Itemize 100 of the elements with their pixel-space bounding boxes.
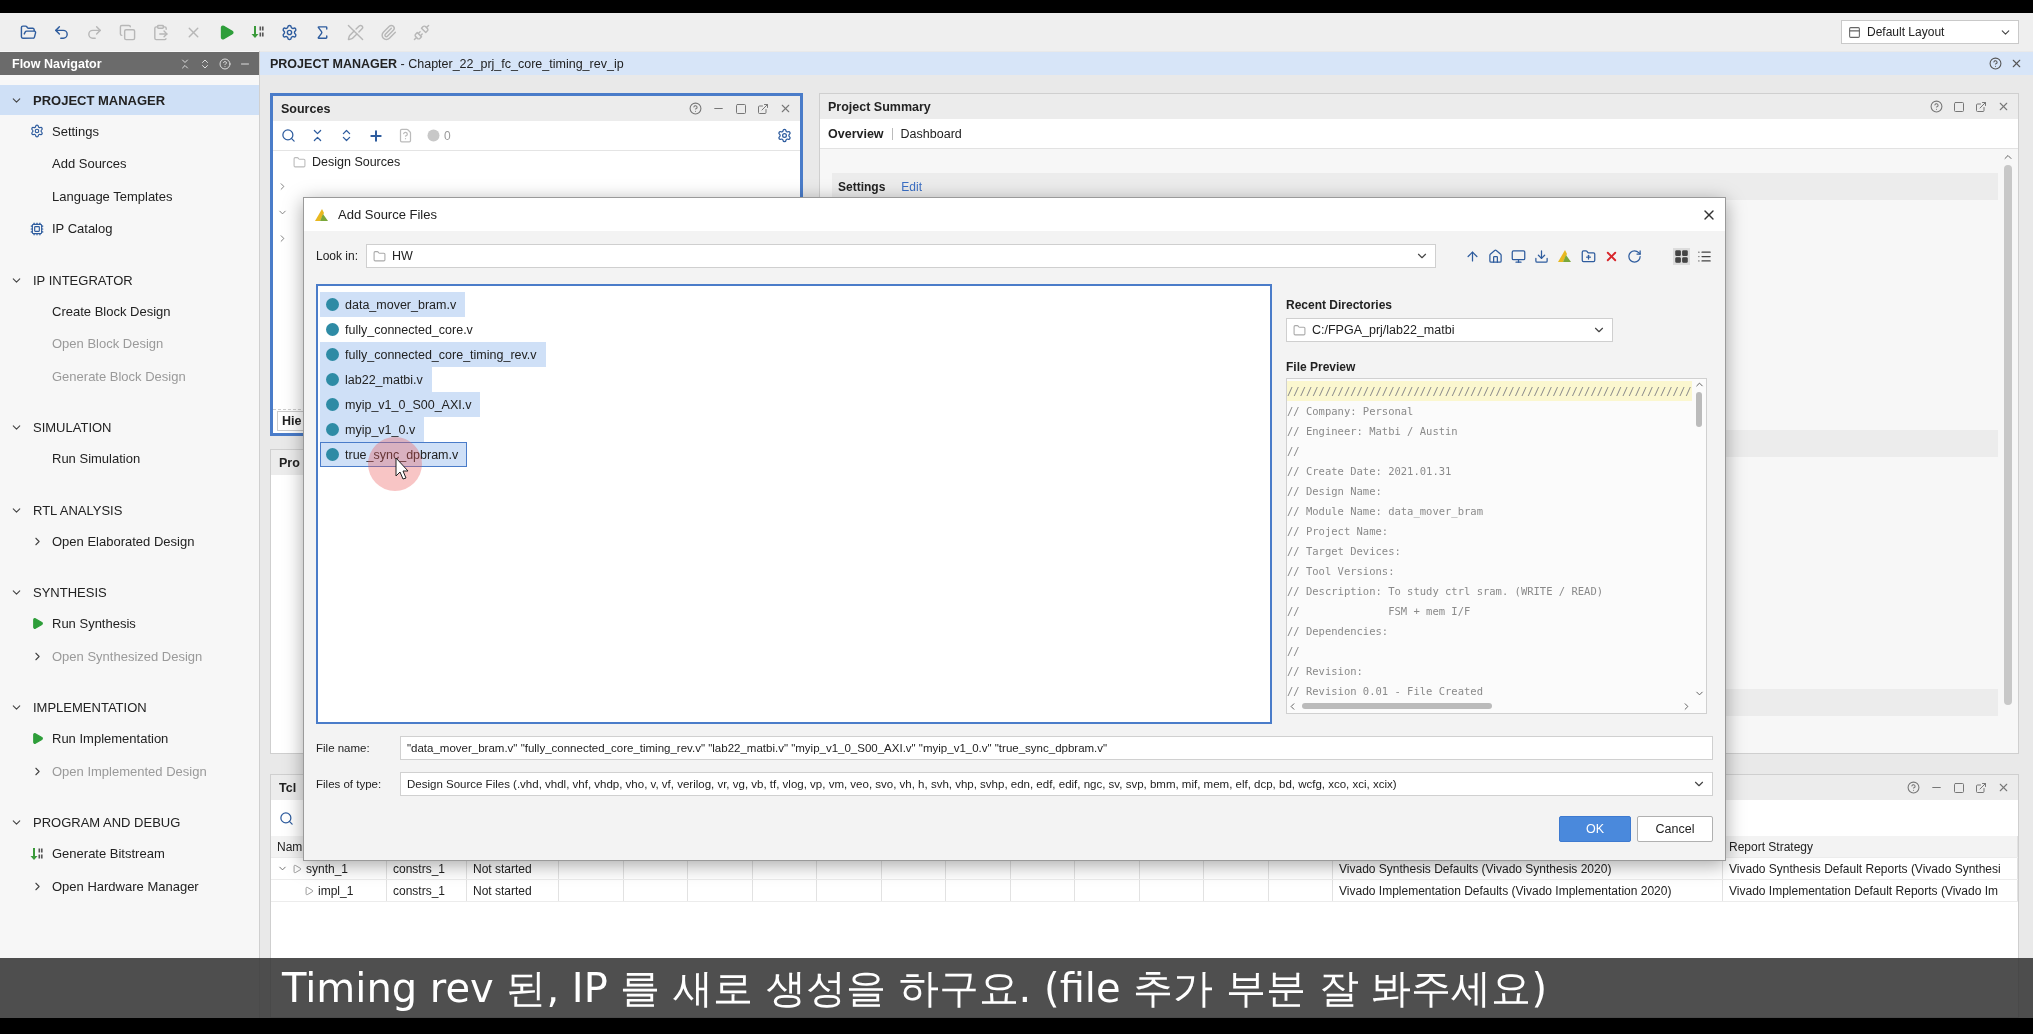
code-line: // Target Devices: <box>1287 544 1402 559</box>
file-item[interactable]: true_sync_dpbram.v <box>320 442 468 467</box>
tab[interactable]: Dashboard <box>900 126 962 141</box>
maximize-icon <box>1953 100 1965 113</box>
nav-item[interactable]: Run Synthesis <box>52 616 136 632</box>
help-icon <box>689 102 702 115</box>
edit-link[interactable]: Edit <box>901 179 923 194</box>
file-type-dropdown[interactable]: Design Source Files (.vhd, vhdl, vhf, vhdp, vho, v, vf, verilog, vr, vg, vb, tf, vlog, vp, vm, veo, svo, vh, h, svh, vhp, svhp, edn, edf, edif, ngc, sv, svp, bmm, mif, mem, elf, dcp, bd, wcfg, xco, xci, xcix) <box>400 772 1713 796</box>
code-line: // Project Name: <box>1287 524 1390 539</box>
nav-item[interactable]: Generate Bitstream <box>52 846 165 862</box>
field-label: File name: <box>316 742 371 754</box>
undo-icon <box>53 23 70 41</box>
scrollbar-thumb[interactable] <box>1696 392 1702 427</box>
nav-item[interactable]: Open Hardware Manager <box>52 878 199 894</box>
refresh-icon <box>1627 248 1642 264</box>
file-item[interactable]: myip_v1_0.v <box>320 417 425 442</box>
toolbar-button[interactable] <box>1510 247 1527 265</box>
help-icon <box>219 57 231 70</box>
nav-section-header[interactable]: SIMULATION <box>0 412 259 443</box>
file-item[interactable]: data_mover_bram.v <box>320 292 466 317</box>
settings-icon <box>281 23 298 41</box>
file-icon <box>398 128 413 143</box>
toolbar-button[interactable] <box>1626 247 1643 265</box>
scrollbar-thumb[interactable] <box>2004 165 2012 705</box>
file-item[interactable]: lab22_matbi.v <box>320 367 432 392</box>
nav-section-header[interactable]: IMPLEMENTATION <box>0 692 259 723</box>
table-cell: constrs_1 <box>393 883 446 898</box>
nav-item[interactable]: Add Sources <box>52 156 127 172</box>
file-item[interactable]: fully_connected_core_timing_rev.v <box>320 342 546 367</box>
logo-icon <box>314 207 330 222</box>
search-icon <box>279 810 294 826</box>
toolbar-button[interactable] <box>1580 247 1597 265</box>
cancel-button[interactable]: Cancel <box>1637 816 1713 842</box>
code-line: // Create Date: 2021.01.31 <box>1287 464 1453 479</box>
file-item[interactable]: fully_connected_core.v <box>320 317 482 342</box>
run-name[interactable]: impl_1 <box>318 883 354 898</box>
table-cell: Vivado Synthesis Default Reports (Vivado Synthesi <box>1729 861 2001 876</box>
page-title: PROJECT MANAGER - Chapter_22_prj_fc_core_timing_rev_ip <box>270 56 625 71</box>
file-item[interactable]: myip_v1_0_S00_AXI.v <box>320 392 481 417</box>
ok-button[interactable]: OK <box>1559 816 1631 842</box>
play-icon <box>30 617 44 631</box>
folder-icon <box>293 155 306 169</box>
code-line: // Module Name: data_mover_bram <box>1287 504 1484 520</box>
help-icon <box>1989 57 2002 70</box>
play-icon <box>30 732 44 746</box>
nav-item[interactable]: Settings <box>52 123 99 139</box>
code-line: // Description: To study ctrl sram. (WRITE / READ) <box>1287 584 1605 599</box>
nav-section-header[interactable]: PROGRAM AND DEBUG <box>0 807 259 838</box>
file-icon <box>326 348 339 361</box>
column-header[interactable]: Nam <box>277 839 303 854</box>
bitstream-icon <box>251 25 265 39</box>
nav-section-header[interactable]: SYNTHESIS <box>0 577 259 608</box>
column-header[interactable]: Report Strategy <box>1729 839 1814 854</box>
table-cell: Not started <box>473 883 532 898</box>
file-icon <box>326 423 339 436</box>
nav-section-header[interactable]: IP INTEGRATOR <box>0 265 259 295</box>
section-label: Settings <box>838 179 886 194</box>
layout-dropdown[interactable]: Default Layout <box>1841 20 2019 44</box>
code-line: // Revision: <box>1287 664 1364 679</box>
close-icon <box>779 102 792 115</box>
panel-title: Tcl <box>279 780 297 795</box>
monitor-icon <box>1511 248 1526 264</box>
home-icon <box>1488 248 1503 264</box>
code-line: // Dependencies: <box>1287 624 1390 639</box>
nav-item[interactable]: IP Catalog <box>52 221 113 237</box>
float-icon <box>1975 100 1987 113</box>
panel-title: Project Summary <box>828 99 931 114</box>
nav-item[interactable]: Run Implementation <box>52 731 169 747</box>
redo-icon <box>86 23 103 41</box>
float-icon <box>757 102 769 115</box>
toolbar-button[interactable] <box>1487 247 1504 265</box>
code-line: // Engineer: Matbi / Austin <box>1287 424 1459 439</box>
nav-item[interactable]: Create Block Design <box>52 303 171 319</box>
code-line: // FSM + mem I/F <box>1287 604 1472 619</box>
bitstream-icon <box>30 846 44 861</box>
look-in-label: Look in: <box>316 249 359 263</box>
tab[interactable]: Overview <box>828 126 884 141</box>
code-line: // <box>1287 644 1301 659</box>
subtitle: Timing rev 된, IP 를 새로 생성을 하구요. (file 추가 부분 잘 봐주세요) <box>282 963 1548 1013</box>
toolbar-button[interactable] <box>1533 247 1550 265</box>
nav-section-header[interactable]: RTL ANALYSIS <box>0 495 259 525</box>
dialog-title: Add Source Files <box>338 207 438 222</box>
scrollbar-thumb[interactable] <box>1302 703 1492 709</box>
tree-item[interactable]: Design Sources <box>312 155 401 169</box>
code-line: // Design Name: <box>1287 484 1383 499</box>
nav-item[interactable]: Language Templates <box>52 188 173 204</box>
recent-directories-dropdown[interactable]: C:/FPGA_prj/lab22_matbi <box>1286 318 1613 342</box>
nav-section-header[interactable]: PROJECT MANAGER <box>0 85 259 115</box>
file-name-field[interactable]: "data_mover_bram.v" "fully_connected_core_timing_rev.v" "lab22_matbi.v" "myip_v1_0_S00_AXI.v" "myip_v1_0.v" "true_sync_dpbram.v" <box>400 736 1713 760</box>
toolbar-button[interactable] <box>1673 247 1690 265</box>
look-in-dropdown[interactable]: HW <box>366 244 1436 268</box>
nav-item[interactable]: Open Elaborated Design <box>52 533 195 549</box>
help-icon <box>1907 781 1920 794</box>
run-name[interactable]: synth_1 <box>306 861 349 876</box>
section-label: Recent Directories <box>1286 298 1394 312</box>
settings-icon <box>777 128 792 143</box>
float-icon <box>1975 781 1987 794</box>
field-label: Files of type: <box>316 778 383 790</box>
code-line: // <box>1287 444 1301 459</box>
nav-item[interactable]: Run Simulation <box>52 451 141 467</box>
